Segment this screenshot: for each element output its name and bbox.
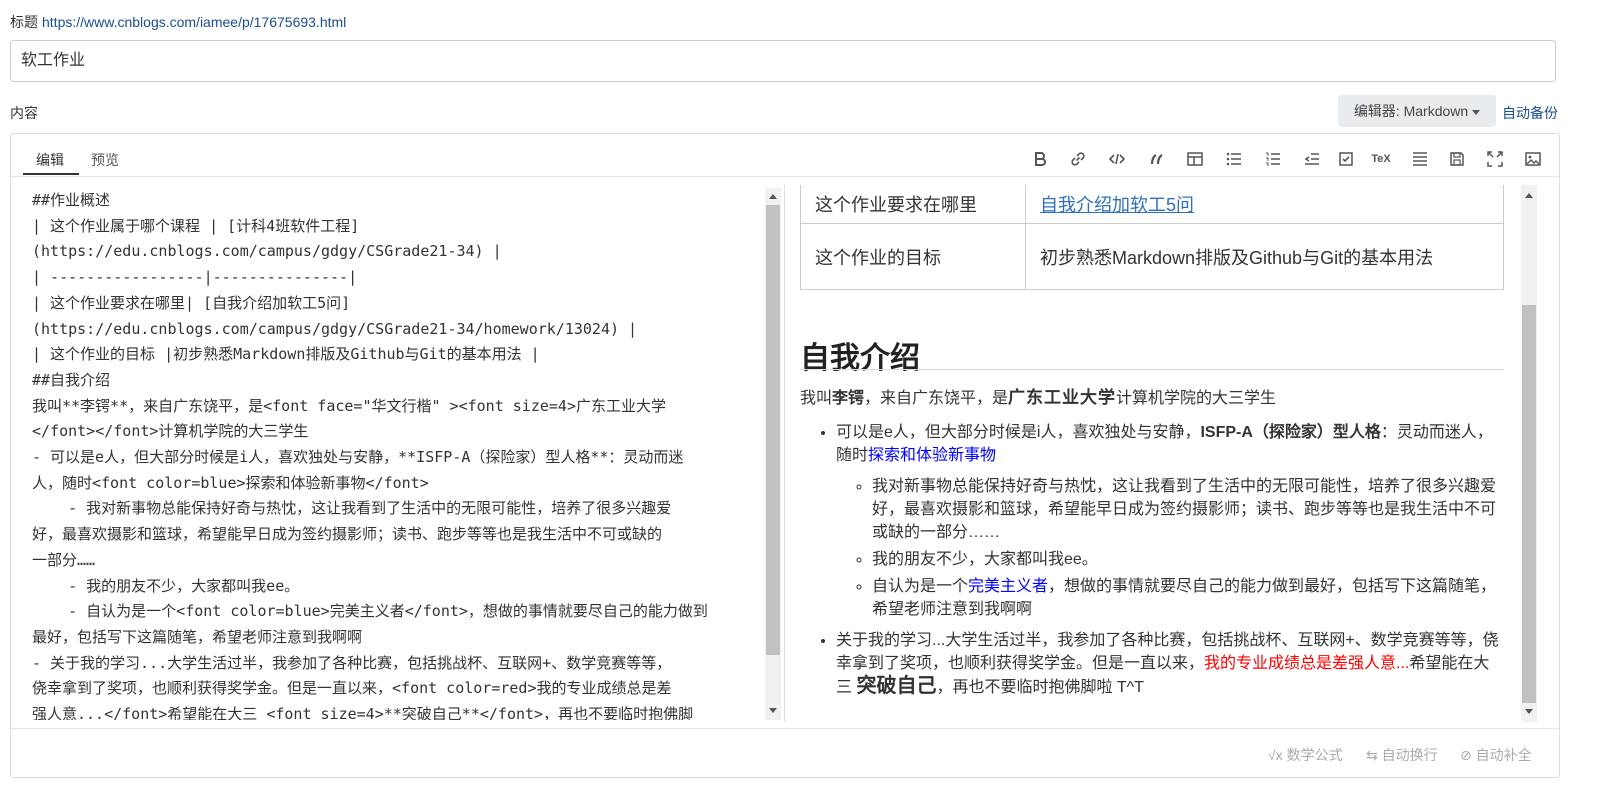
list-item: 我的朋友不少，大家都叫我ee。 — [872, 548, 1504, 571]
justify-icon[interactable] — [1408, 147, 1432, 171]
assignment-table: 这个作业要求在哪里 自我介绍加软工5问 这个作业的目标 初步熟悉Markdown… — [800, 185, 1504, 290]
autocomplete-label: 自动补全 — [1475, 747, 1532, 763]
table-cell: 自我介绍加软工5问 — [1025, 185, 1504, 224]
pane-divider — [784, 185, 785, 722]
name-bold: 李锷 — [832, 390, 865, 407]
ordered-list-icon[interactable] — [1261, 147, 1285, 171]
big-bold-text: 突破自己 — [856, 675, 937, 697]
checkbox-icon[interactable] — [1334, 147, 1358, 171]
editor-line: 好，最喜欢摄影和篮球，希望能早日成为签约摄影师；读书、跑步等等也是我生活中不可或… — [32, 525, 663, 544]
editor-line: 最好，包括写下这篇随笔，希望老师注意到我啊啊 — [32, 627, 363, 646]
quote-icon[interactable] — [1145, 147, 1169, 171]
editor-line: (https://edu.cnblogs.com/campus/gdgy/CSG… — [32, 319, 638, 338]
active-tab-indicator — [23, 173, 79, 175]
editor-line: - 我的朋友不少，大家都叫我ee。 — [32, 576, 300, 595]
editor-line: </font></font>计算机学院的大三学生 — [32, 422, 309, 441]
unordered-list-icon[interactable] — [1222, 147, 1246, 171]
list-text: ，再也不要临时抱佛脚啦 T^T — [936, 679, 1144, 696]
title-label: 标题 — [10, 14, 38, 30]
list-item: 我对新事物总能保持好奇与热忱，这让我看到了生活中的无限可能性，培养了很多兴趣爱好… — [872, 475, 1504, 544]
table-row: 这个作业要求在哪里 自我介绍加软工5问 — [800, 185, 1504, 224]
auto-complete-toggle[interactable]: ⊘ 自动补全 — [1460, 745, 1532, 765]
list-text: 可以是e人，但大部分时候是i人，喜欢独处与安静， — [836, 424, 1201, 441]
math-formula-toggle[interactable]: √x 数学公式 — [1268, 745, 1343, 765]
intro-text: 计算机学院的大三学生 — [1116, 390, 1277, 407]
list-item: 关于我的学习...大学生活过半，我参加了各种比赛，包括挑战杯、互联网+、数学竞赛… — [836, 629, 1504, 699]
list-item: 可以是e人，但大部分时候是i人，喜欢独处与安静，ISFP-A（探险家）型人格：灵… — [836, 421, 1504, 621]
sqrt-icon: √x — [1268, 747, 1287, 763]
tab-preview[interactable]: 预览 — [91, 150, 119, 170]
editor-line: 一部分…… — [32, 550, 96, 569]
intro-text: ，来自广东饶平，是 — [864, 390, 1009, 407]
intro-paragraph: 我叫李锷，来自广东饶平，是广东工业大学计算机学院的大三学生 — [800, 383, 1276, 408]
editor-line: ##自我介绍 — [32, 370, 111, 389]
tex-icon[interactable]: TeX — [1368, 147, 1394, 171]
editor-select-label: 编辑器: Markdown — [1353, 103, 1469, 119]
heading-divider — [800, 369, 1504, 370]
editor-line: | 这个作业属于哪个课程 | [计科4班软件工程] — [32, 216, 360, 235]
table-cell: 这个作业的目标 — [800, 223, 1026, 290]
preview-pane: 这个作业要求在哪里 自我介绍加软工5问 这个作业的目标 初步熟悉Markdown… — [800, 185, 1504, 722]
scroll-down-icon[interactable] — [1525, 709, 1533, 714]
editor-select-button[interactable]: 编辑器: Markdown — [1338, 95, 1496, 127]
source-scrollbar-thumb[interactable] — [766, 205, 780, 655]
link-icon[interactable] — [1066, 147, 1090, 171]
math-label: 数学公式 — [1286, 747, 1343, 763]
scroll-up-icon[interactable] — [1525, 193, 1533, 198]
table-cell: 初步熟悉Markdown排版及Github与Git的基本用法 — [1025, 223, 1504, 290]
blue-text: 完美主义者 — [968, 578, 1049, 595]
school-name: 广东工业大学 — [1008, 388, 1117, 408]
auto-wrap-toggle[interactable]: ⇆ 自动换行 — [1366, 745, 1438, 765]
autobackup-link[interactable]: 自动备份 — [1502, 103, 1558, 123]
editor-line: 侥幸拿到了奖项，也顺利获得奖学金。但是一直以来，<font color=red>… — [32, 679, 672, 698]
list-bold: ISFP-A（探险家）型人格 — [1200, 424, 1381, 441]
tab-edit[interactable]: 编辑 — [36, 150, 64, 170]
chevron-down-icon — [1472, 109, 1481, 115]
preview-list: 可以是e人，但大部分时候是i人，喜欢独处与安静，ISFP-A（探险家）型人格：灵… — [800, 421, 1504, 703]
scroll-down-icon[interactable] — [769, 708, 777, 713]
blue-text: 探索和体验新事物 — [868, 447, 997, 464]
editor-line: 我叫**李锷**，来自广东饶平，是<font face="华文行楷" ><fon… — [32, 396, 666, 415]
preview-heading: 自我介绍 — [800, 342, 920, 375]
red-text: 我的专业成绩总是差强人意... — [1204, 655, 1410, 672]
editor-line: - 可以是e人，但大部分时候是i人，喜欢独处与安静，**ISFP-A（探险家）型… — [32, 448, 684, 467]
footer-divider — [11, 728, 1559, 729]
image-icon[interactable] — [1521, 147, 1545, 171]
editor-line: ##作业概述 — [32, 191, 111, 209]
editor-line: | 这个作业的目标 |初步熟悉Markdown排版及Github与Git的基本用… — [32, 345, 540, 364]
preview-scrollbar-thumb[interactable] — [1522, 305, 1536, 703]
editor-line: - 自认为是一个<font color=blue>完美主义者</font>，想做… — [32, 602, 708, 621]
title-input[interactable]: 软工作业 — [10, 40, 1556, 82]
autocomplete-off-icon: ⊘ — [1460, 747, 1476, 763]
list-item: 自认为是一个完美主义者，想做的事情就要尽自己的能力做到最好，包括写下这篇随笔，希… — [872, 575, 1504, 621]
code-icon[interactable] — [1105, 147, 1129, 171]
table-icon[interactable] — [1183, 147, 1207, 171]
editor-line: 人，随时<font color=blue>探索和体验新事物</font> — [32, 473, 429, 492]
editor-line: 强人意...</font>希望能在大三 <font size=4>**突破自己*… — [32, 705, 694, 720]
table-cell: 这个作业要求在哪里 — [800, 185, 1026, 224]
post-url-link[interactable]: https://www.cnblogs.com/iamee/p/17675693… — [42, 14, 346, 30]
wrap-icon: ⇆ — [1366, 747, 1382, 763]
editor-line: | -----------------|---------------| — [32, 268, 358, 287]
editor-line: - 关于我的学习...大学生活过半，我参加了各种比赛，包括挑战杯、互联网+、数学… — [32, 653, 672, 672]
title-label-row: 标题 https://www.cnblogs.com/iamee/p/176756… — [10, 12, 346, 32]
fullscreen-icon[interactable] — [1483, 147, 1507, 171]
bold-icon[interactable] — [1028, 147, 1052, 171]
assignment-link[interactable]: 自我介绍加软工5问 — [1040, 195, 1194, 215]
editor-line: - 我对新事物总能保持好奇与热忱，这让我看到了生活中的无限可能性，培养了很多兴趣… — [32, 499, 672, 518]
save-icon[interactable] — [1445, 147, 1469, 171]
outdent-icon[interactable] — [1300, 147, 1324, 171]
intro-text: 我叫 — [800, 390, 833, 407]
markdown-source-textarea[interactable]: ##作业概述 | 这个作业属于哪个课程 | [计科4班软件工程] (https://… — [32, 188, 762, 720]
tabbar-divider — [11, 176, 1559, 177]
editor-line: (https://edu.cnblogs.com/campus/gdgy/CSG… — [32, 242, 502, 261]
scroll-up-icon[interactable] — [769, 194, 777, 199]
content-label: 内容 — [10, 105, 38, 121]
editor-line: | 这个作业要求在哪里| [自我介绍加软工5问] — [32, 293, 351, 312]
wrap-label: 自动换行 — [1381, 747, 1438, 763]
list-text: 自认为是一个 — [872, 578, 969, 595]
table-row: 这个作业的目标 初步熟悉Markdown排版及Github与Git的基本用法 — [800, 223, 1504, 290]
